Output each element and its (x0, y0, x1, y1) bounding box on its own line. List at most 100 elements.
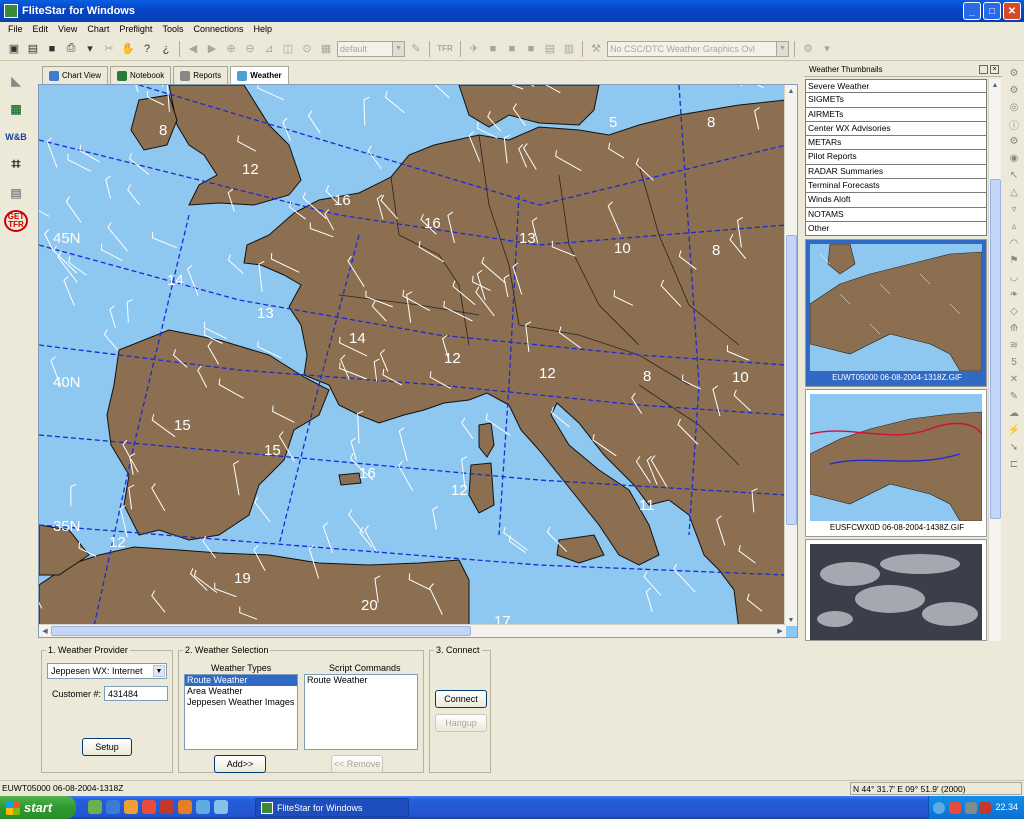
get-tfr-button[interactable]: GET TFR (4, 210, 28, 232)
category-item[interactable]: Center WX Advisories (805, 121, 987, 137)
category-item[interactable]: Winds Aloft (805, 193, 987, 208)
quicklaunch-icon[interactable] (124, 800, 138, 814)
thumbnail-euwt05000[interactable]: EUWT05000 06-08-2004-1318Z.GIF (805, 239, 987, 387)
map-horizontal-scrollbar[interactable]: ◀ ▶ (39, 624, 786, 637)
square-icon[interactable]: ■ (504, 41, 520, 57)
start-button[interactable]: start (0, 796, 76, 819)
measure-icon[interactable]: ⊏ (1007, 457, 1021, 471)
ruler-icon[interactable]: ⊿ (261, 41, 277, 57)
profile-combo[interactable]: default ▼ (337, 40, 405, 57)
thumbnails-scrollbar[interactable]: ▲ (988, 79, 1001, 641)
pointer-icon[interactable]: ↖ (1007, 168, 1021, 182)
taskbar-item-flitestar[interactable]: FliteStar for Windows (255, 798, 409, 817)
new-icon[interactable]: ▣ (6, 41, 22, 57)
menu-connections[interactable]: Connections (188, 24, 248, 34)
menu-help[interactable]: Help (249, 24, 278, 34)
thumbnail-eusfcwx0d[interactable]: EUSFCWX0D 06-08-2004-1438Z.GIF (805, 389, 987, 537)
leaf-icon[interactable]: ❧ (1007, 287, 1021, 301)
center-icon[interactable]: ⊙ (299, 41, 315, 57)
scroll-down-icon[interactable]: ▼ (785, 614, 797, 626)
info-icon[interactable]: ⓘ (1007, 117, 1021, 132)
open-folder-icon[interactable]: ▤ (25, 41, 41, 57)
square-icon[interactable]: ■ (485, 41, 501, 57)
settings-icon[interactable]: ⚙ (800, 41, 816, 57)
pin-icon[interactable] (979, 65, 988, 74)
quicklaunch-icon[interactable] (196, 800, 210, 814)
scroll-right-icon[interactable]: ▶ (774, 625, 786, 637)
weather-map-view[interactable]: 45N 40N 35N 8 12 16 16 5 8 13 10 8 14 13… (38, 84, 798, 638)
category-item[interactable]: RADAR Summaries (805, 164, 987, 180)
weather-provider-select[interactable]: Jeppesen WX: Internet ▼ (47, 663, 167, 679)
category-item[interactable]: METARs (805, 136, 987, 151)
layer-icon[interactable]: ◫ (280, 41, 296, 57)
pressure-icon[interactable]: ≋ (1007, 338, 1021, 352)
thumbnail-satellite[interactable] (805, 539, 987, 641)
context-help-icon[interactable]: ¿ (158, 41, 174, 57)
diamond-icon[interactable]: ◇ (1007, 304, 1021, 318)
menu-preflight[interactable]: Preflight (114, 24, 157, 34)
zoom-out-icon[interactable]: ⊖ (242, 41, 258, 57)
quicklaunch-icon[interactable] (160, 800, 174, 814)
close-icon[interactable]: × (990, 65, 999, 74)
tab-weather[interactable]: Weather (230, 66, 289, 84)
pencil-icon[interactable]: ✎ (408, 41, 424, 57)
gear-icon[interactable]: ⚙ (1007, 134, 1021, 148)
tower-icon[interactable]: ⟰ (1007, 321, 1021, 335)
quicklaunch-icon[interactable] (178, 800, 192, 814)
list-item[interactable]: Route Weather (305, 675, 417, 686)
list-item[interactable]: Jeppesen Weather Images (185, 697, 297, 708)
forward-icon[interactable]: ▶ (204, 41, 220, 57)
help-icon[interactable]: ? (139, 41, 155, 57)
tfr-button[interactable]: TFR (435, 41, 455, 57)
arrow-icon[interactable]: ➘ (1007, 440, 1021, 454)
tools-icon[interactable]: ⚒ (588, 41, 604, 57)
ie-icon[interactable] (106, 800, 120, 814)
quicklaunch-icon[interactable] (142, 800, 156, 814)
number-icon[interactable]: 5 (1007, 355, 1021, 369)
scroll-up-icon[interactable]: ▲ (785, 85, 797, 97)
arc-icon[interactable]: ◠ (1007, 236, 1021, 250)
notepad-icon[interactable]: ▤ (3, 182, 29, 204)
wing-icon[interactable]: ◣ (3, 70, 29, 92)
scroll-up-icon[interactable]: ▲ (989, 79, 1001, 91)
category-item[interactable]: Terminal Forecasts (805, 179, 987, 194)
scissors-icon[interactable]: ✂ (101, 41, 117, 57)
category-item[interactable]: Pilot Reports (805, 150, 987, 165)
quicklaunch-icon[interactable] (88, 800, 102, 814)
gear-icon[interactable]: ⚙ (1007, 66, 1021, 80)
close-button[interactable]: ✕ (1003, 2, 1021, 20)
save-icon[interactable]: ■ (44, 41, 60, 57)
arc-icon[interactable]: ◡ (1007, 270, 1021, 284)
category-item[interactable]: SIGMETs (805, 93, 987, 108)
high-icon[interactable]: ▵ (1007, 219, 1021, 233)
close-icon[interactable]: ✕ (1007, 372, 1021, 386)
weather-map[interactable]: 45N 40N 35N 8 12 16 16 5 8 13 10 8 14 13… (39, 85, 786, 626)
add-button[interactable]: Add>> (214, 755, 266, 773)
hand-icon[interactable]: ✋ (120, 41, 136, 57)
square-icon[interactable]: ■ (523, 41, 539, 57)
dropdown-arrow-icon[interactable]: ▾ (82, 41, 98, 57)
menu-edit[interactable]: Edit (28, 24, 54, 34)
tab-reports[interactable]: Reports (173, 66, 229, 84)
grid-icon[interactable]: ▦ (318, 41, 334, 57)
dropdown-arrow-icon[interactable]: ▾ (819, 41, 835, 57)
menu-file[interactable]: File (3, 24, 28, 34)
triangle-icon[interactable]: △ (1007, 185, 1021, 199)
connect-button[interactable]: Connect (435, 690, 487, 708)
category-item[interactable]: Severe Weather (805, 79, 987, 94)
print-icon[interactable]: ⎙ (63, 41, 79, 57)
minimize-button[interactable]: _ (963, 2, 981, 20)
tray-icon[interactable] (965, 802, 977, 814)
tray-icon[interactable] (949, 802, 961, 814)
window-titlebar[interactable]: FliteStar for Windows _ □ ✕ (0, 0, 1024, 22)
zoom-in-icon[interactable]: ⊕ (223, 41, 239, 57)
scroll-left-icon[interactable]: ◀ (39, 625, 51, 637)
quicklaunch-icon[interactable] (214, 800, 228, 814)
gear-icon[interactable]: ⚙ (1007, 83, 1021, 97)
menu-view[interactable]: View (53, 24, 82, 34)
hangup-button[interactable]: Hangup (435, 714, 487, 732)
scroll-thumb[interactable] (786, 235, 797, 525)
customer-number-input[interactable]: 431484 (104, 686, 168, 701)
plane-icon[interactable]: ✈ (466, 41, 482, 57)
menu-tools[interactable]: Tools (157, 24, 188, 34)
